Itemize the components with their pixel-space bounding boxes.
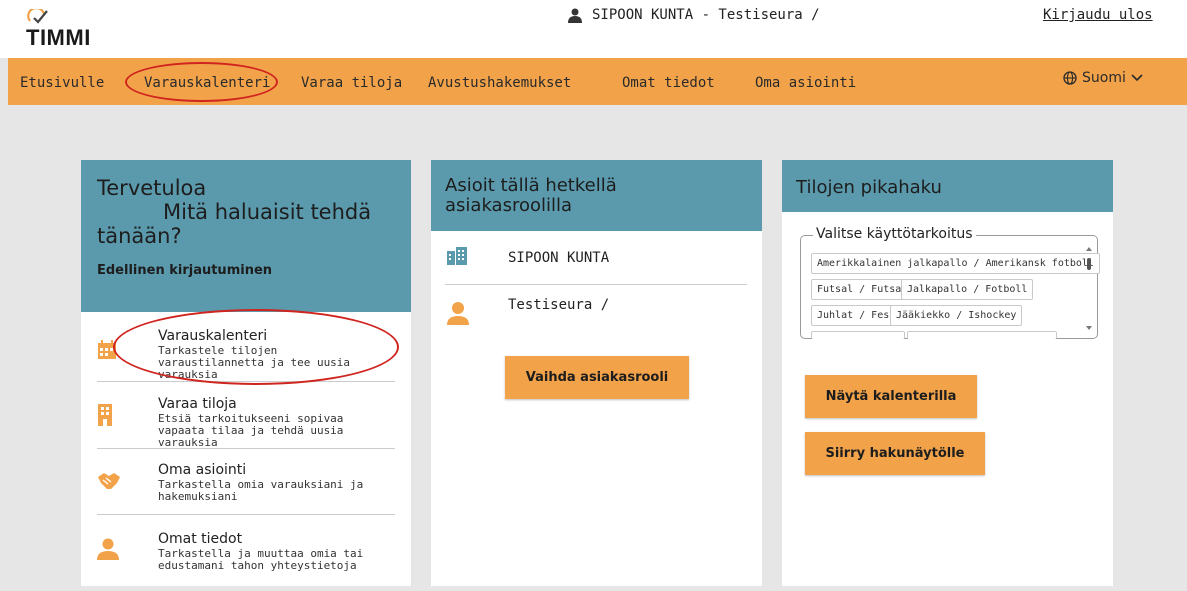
welcome-title: Tervetuloa <box>97 176 207 200</box>
menu-item-title: Omat tiedot <box>158 531 243 547</box>
role-org-name: SIPOON KUNTA <box>508 250 610 266</box>
switch-role-button[interactable]: Vaihda asiakasrooli <box>505 356 689 399</box>
globe-icon <box>1063 71 1077 85</box>
person-icon <box>97 538 119 560</box>
role-org-row: SIPOON KUNTA <box>445 231 747 285</box>
organization-icon <box>447 247 467 265</box>
menu-item-own-transactions[interactable]: Oma asiointi Tarkastella omia varauksian… <box>97 449 395 515</box>
purpose-chip[interactable]: Jääkiekko / Ishockey <box>890 305 1023 326</box>
menu-item-own-info[interactable]: Omat tiedot Tarkastella ja muuttaa omia … <box>97 515 395 585</box>
person-icon <box>447 302 469 325</box>
handshake-icon <box>98 473 120 489</box>
language-label: Suomi <box>1082 70 1126 86</box>
nav-item-grant-applications[interactable]: Avustushakemukset <box>428 75 571 91</box>
user-info-text: SIPOON KUNTA - Testiseura / <box>592 7 820 23</box>
purpose-chip-partial[interactable] <box>907 331 1057 339</box>
main-nav: Etusivulle Varauskalenteri Varaa tiloja … <box>8 58 1187 105</box>
welcome-card: Tervetuloa Mitä haluaisit tehdä tänään? … <box>81 160 411 586</box>
menu-item-desc: Tarkastella omia varauksiani ja hakemuks… <box>158 478 364 503</box>
role-header: Asioit tällä hetkellä asiakasroolilla <box>431 160 762 231</box>
welcome-question: Mitä haluaisit tehdä <box>163 200 372 224</box>
last-login-label: Edellinen kirjautuminen <box>97 263 273 278</box>
purpose-chip[interactable]: Jalkapallo / Fotboll <box>901 279 1034 300</box>
search-view-button[interactable]: Siirry hakunäytölle <box>805 432 985 475</box>
menu-item-desc: Etsiä tarkoitukseeni sopivaa vapaata til… <box>158 412 344 449</box>
nav-item-booking-calendar[interactable]: Varauskalenteri <box>144 75 270 91</box>
show-calendar-button[interactable]: Näytä kalenterilla <box>805 375 977 418</box>
nav-item-own-transactions[interactable]: Oma asiointi <box>755 75 856 91</box>
nav-item-own-info[interactable]: Omat tiedot <box>622 75 715 91</box>
role-person-name: Testiseura / <box>508 297 610 313</box>
purpose-chip[interactable]: Amerikkalainen jalkapallo / Amerikansk f… <box>811 253 1100 274</box>
menu-item-desc: Tarkastele tilojen varaustilannetta ja t… <box>158 344 351 381</box>
calendar-icon <box>98 340 116 359</box>
menu-item-desc: Tarkastella ja muuttaa omia tai edustama… <box>158 547 364 572</box>
quick-search-title: Tilojen pikahaku <box>796 177 942 198</box>
logout-link[interactable]: Kirjaudu ulos <box>1043 7 1153 23</box>
menu-item-booking-calendar[interactable]: Varauskalenteri Tarkastele tilojen varau… <box>97 318 395 382</box>
purpose-chip[interactable]: Juhlat / Fest <box>811 305 902 326</box>
current-user: SIPOON KUNTA - Testiseura / <box>568 7 820 23</box>
user-icon <box>568 8 582 23</box>
purpose-chip[interactable]: Futsal / Futsal <box>811 279 914 300</box>
chevron-down-icon <box>1131 74 1143 82</box>
welcome-header: Tervetuloa Mitä haluaisit tehdä tänään? … <box>81 160 411 312</box>
menu-item-title: Varauskalenteri <box>158 328 268 344</box>
purpose-legend: Valitse käyttötarkoitus <box>813 226 976 242</box>
nav-item-home[interactable]: Etusivulle <box>20 75 104 91</box>
quick-search-card: Tilojen pikahaku Valitse käyttötarkoitus… <box>782 160 1113 586</box>
top-bar: TIMMI SIPOON KUNTA - Testiseura / Kirjau… <box>0 0 1187 58</box>
menu-item-title: Varaa tiloja <box>158 396 237 412</box>
purpose-chip-partial[interactable] <box>811 331 905 339</box>
purpose-selector: Valitse käyttötarkoitus Amerikkalainen j… <box>800 226 1100 339</box>
role-person-row: Testiseura / <box>445 285 747 345</box>
role-title: Asioit tällä hetkellä asiakasroolilla <box>445 175 617 216</box>
timmi-logo[interactable]: TIMMI <box>26 9 116 51</box>
welcome-question-end: tänään? <box>97 224 182 248</box>
language-selector[interactable]: Suomi <box>1063 70 1148 86</box>
menu-item-book-spaces[interactable]: Varaa tiloja Etsiä tarkoitukseeni sopiva… <box>97 382 395 449</box>
menu-item-title: Oma asiointi <box>158 462 247 478</box>
quick-search-header: Tilojen pikahaku <box>782 160 1113 212</box>
purpose-scrollbar[interactable] <box>1085 246 1093 332</box>
customer-role-card: Asioit tällä hetkellä asiakasroolilla SI… <box>431 160 762 586</box>
nav-item-book-spaces[interactable]: Varaa tiloja <box>301 75 402 91</box>
logo-text: TIMMI <box>26 25 91 50</box>
building-icon <box>98 404 112 426</box>
